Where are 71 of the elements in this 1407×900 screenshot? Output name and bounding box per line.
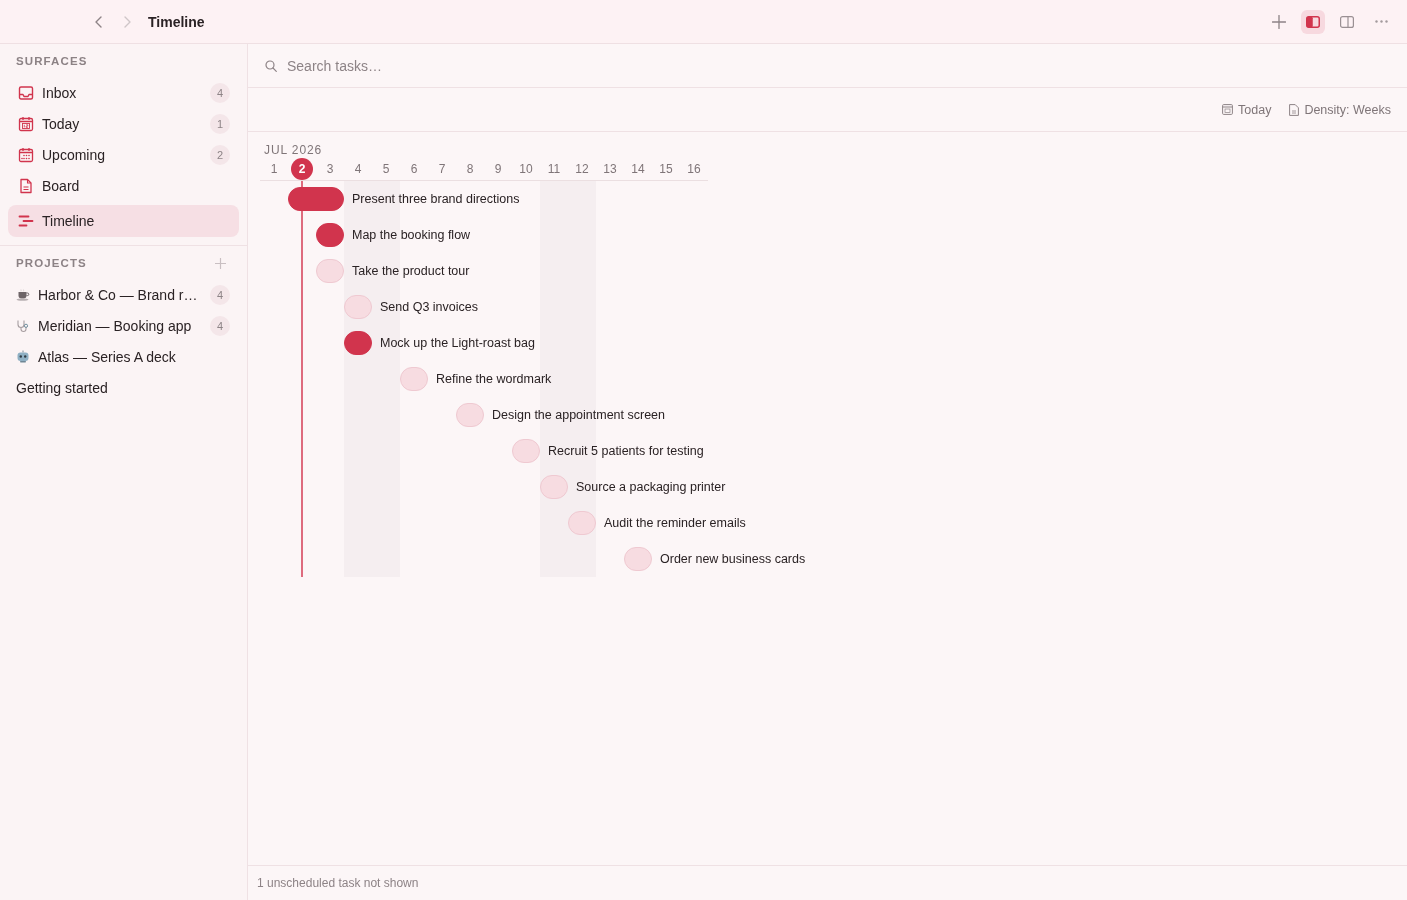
split-panel-icon	[1340, 15, 1354, 28]
sidebar-item[interactable]: Inbox 4	[8, 77, 239, 108]
day-label: 3	[326, 162, 334, 176]
section-heading: PROJECTS	[16, 256, 87, 270]
getting-started-link[interactable]: Getting started	[8, 372, 108, 403]
search-icon	[265, 59, 277, 72]
sidebar-icon	[1306, 15, 1320, 28]
add-project-button[interactable]	[213, 256, 227, 270]
task-title: Order new business cards	[659, 552, 806, 566]
task-title: Take the product tour	[351, 264, 470, 278]
day-label: 8	[466, 162, 474, 176]
sidebar-toggle-button[interactable]	[1301, 9, 1325, 34]
project-item[interactable]: Atlas — Series A deck	[8, 341, 239, 372]
calendar-icon	[1222, 104, 1234, 115]
project-item[interactable]: Harbor & Co — Brand r… 4	[8, 279, 239, 310]
sidebar-item[interactable]: Upcoming 2	[8, 139, 239, 170]
document-icon	[1289, 103, 1300, 116]
count-badge: 4	[210, 82, 230, 103]
sidebar-item[interactable]: Board	[8, 170, 239, 201]
task-bar[interactable]	[288, 187, 344, 211]
robot-icon	[16, 350, 30, 363]
day-label: 11	[547, 162, 561, 176]
status-text: 1 unscheduled task not shown	[257, 876, 419, 890]
day-label: 15	[659, 162, 673, 176]
task-bar[interactable]	[316, 223, 344, 247]
chevron-left-icon	[94, 15, 102, 28]
count-badge: 1	[210, 113, 230, 134]
document-icon	[18, 177, 34, 194]
day-label: 5	[382, 162, 390, 176]
timeline-icon	[18, 213, 34, 229]
day-label: 9	[494, 162, 502, 176]
day-label: 16	[687, 162, 701, 176]
count-badge: 4	[210, 284, 230, 305]
project-item[interactable]: Meridian — Booking app 4	[8, 310, 239, 341]
calendar-icon	[18, 146, 34, 163]
day-label: 10	[519, 162, 533, 176]
sidebar-item[interactable]: Timeline	[8, 205, 239, 237]
more-icon	[1374, 20, 1388, 23]
day-label: 13	[603, 162, 617, 176]
task-title: Send Q3 invoices	[379, 300, 478, 314]
task-title: Mock up the Light-roast bag	[379, 336, 535, 350]
cup-icon	[16, 288, 30, 301]
today-button[interactable]: Today	[1222, 98, 1272, 121]
task-title: Design the appointment screen	[491, 408, 666, 422]
count-badge: 2	[210, 144, 230, 165]
search-field[interactable]: Search tasks…	[287, 53, 1391, 78]
task-title: Audit the reminder emails	[603, 516, 746, 530]
chevron-right-icon	[123, 15, 131, 28]
sidebar-item[interactable]: Today 1	[8, 108, 239, 139]
day-label: 7	[438, 162, 446, 176]
section-heading: SURFACES	[16, 54, 88, 68]
day-label: 4	[354, 162, 362, 176]
day-label: 14	[631, 162, 645, 176]
day-label: 12	[575, 162, 589, 176]
month-label: JUL 2026	[263, 144, 323, 156]
task-title: Recruit 5 patients for testing	[547, 444, 704, 458]
stethoscope-icon	[16, 318, 30, 333]
calendar-icon	[18, 115, 34, 132]
plus-icon	[214, 257, 226, 269]
inbox-icon	[18, 84, 34, 101]
task-title: Map the booking flow	[351, 228, 471, 242]
day-label: 6	[410, 162, 418, 176]
today-date-marker: 2	[291, 158, 313, 180]
count-badge: 4	[210, 315, 230, 336]
task-title: Refine the wordmark	[435, 372, 552, 386]
task-title: Source a packaging printer	[575, 480, 726, 494]
plus-icon	[1272, 14, 1286, 29]
task-title: Present three brand directions	[351, 192, 520, 206]
density-button[interactable]: Density: Weeks	[1289, 98, 1391, 121]
day-label: 1	[270, 162, 278, 176]
window-title: Timeline	[148, 13, 205, 30]
